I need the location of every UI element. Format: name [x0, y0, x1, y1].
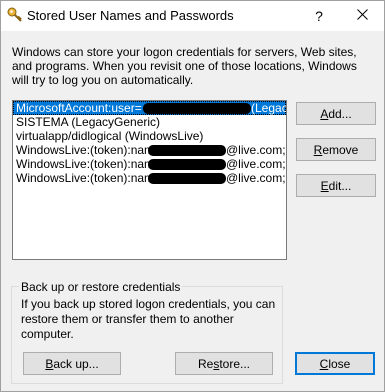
remove-button[interactable]: Remove	[296, 138, 376, 161]
add-accesskey: A	[320, 106, 329, 121]
window-title: Stored User Names and Passwords	[27, 8, 234, 23]
restore-label-post: tore...	[219, 356, 251, 371]
credential-prefix: SISTEMA (LegacyGeneric)	[16, 115, 161, 129]
credential-row[interactable]: SISTEMA (LegacyGeneric)	[13, 115, 286, 129]
edit-accesskey: E	[320, 178, 329, 193]
backup-button[interactable]: Back up...	[23, 352, 121, 375]
remove-accesskey: R	[313, 142, 323, 157]
credential-prefix: WindowsLive:(token):name=	[16, 171, 168, 185]
add-button[interactable]: Add...	[296, 102, 376, 125]
backup-group-text: If you back up stored logon credentials,…	[21, 297, 276, 341]
key-icon	[7, 7, 23, 23]
remove-label-post: emove	[322, 142, 359, 157]
help-button[interactable]: ?	[297, 1, 341, 31]
edit-label-post: dit...	[328, 178, 352, 193]
backup-group-label: Back up or restore credentials	[19, 280, 183, 294]
stored-credentials-dialog: Stored User Names and Passwords ? Window…	[0, 0, 385, 392]
credential-prefix: virtualapp/didlogical (WindowsLive)	[16, 129, 204, 143]
backup-label-post: ack up...	[53, 356, 99, 371]
redacted-text	[148, 159, 226, 170]
credential-prefix: MicrosoftAccount:user=	[16, 101, 142, 115]
close-label-post: lose	[328, 356, 351, 371]
title-bar[interactable]: Stored User Names and Passwords ?	[1, 1, 384, 31]
credentials-list[interactable]: MicrosoftAccount:user= (Legac SISTEMA (L…	[12, 100, 287, 260]
close-button[interactable]: Close	[295, 352, 375, 375]
redacted-text	[148, 173, 226, 184]
add-label-post: dd...	[328, 106, 352, 121]
restore-button[interactable]: Re s tore...	[175, 352, 273, 375]
redacted-text	[148, 145, 226, 156]
close-accesskey: C	[319, 356, 329, 371]
credential-row[interactable]: WindowsLive:(token):name= @live.com;	[13, 171, 286, 185]
description-text: Windows can store your logon credentials…	[12, 45, 357, 87]
backup-accesskey: B	[45, 356, 54, 371]
restore-label-pre: Re	[197, 356, 214, 371]
credential-suffix: @live.com;	[226, 157, 286, 171]
close-icon	[356, 9, 368, 23]
credential-row[interactable]: MicrosoftAccount:user= (Legac	[13, 101, 286, 115]
credential-row[interactable]: virtualapp/didlogical (WindowsLive)	[13, 129, 286, 143]
credential-row[interactable]: WindowsLive:(token):name= @live.com;	[13, 143, 286, 157]
credential-prefix: WindowsLive:(token):name=	[16, 157, 168, 171]
edit-button[interactable]: Edit...	[296, 174, 376, 197]
close-window-button[interactable]	[340, 1, 384, 31]
credential-row[interactable]: WindowsLive:(token):name= @live.com;	[13, 157, 286, 171]
credential-suffix: (Legac	[251, 101, 287, 115]
credential-suffix: @live.com;	[226, 171, 286, 185]
credential-suffix: @live.com;	[226, 143, 286, 157]
credential-prefix: WindowsLive:(token):name=	[16, 143, 168, 157]
redacted-text	[143, 103, 251, 114]
